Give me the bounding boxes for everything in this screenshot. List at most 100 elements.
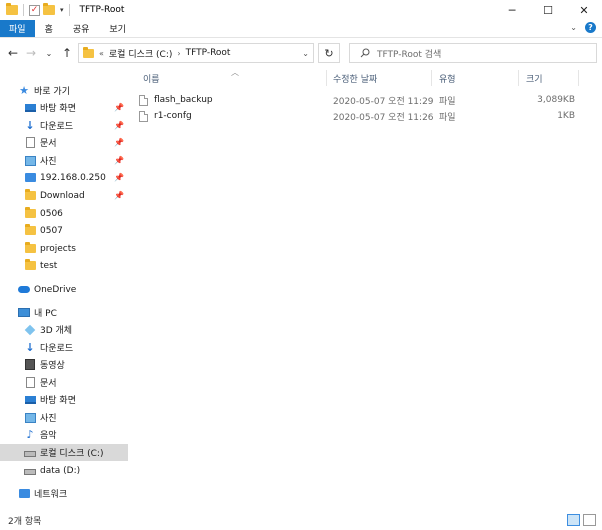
sidebar-item-downloads[interactable]: ↓ 다운로드 📌 <box>0 117 128 134</box>
folder-icon <box>6 3 18 15</box>
pin-icon: 📌 <box>114 138 124 147</box>
sidebar-item-local-disk-c[interactable]: 로컬 디스크 (C:) <box>0 444 128 461</box>
pin-icon: 📌 <box>114 121 124 130</box>
column-divider[interactable] <box>518 70 519 86</box>
column-divider[interactable] <box>431 70 432 86</box>
title-bar: ✓ ▾ TFTP-Root ─ ☐ ✕ <box>0 0 602 20</box>
file-modified: 2020-05-07 오전 11:26 <box>333 112 434 123</box>
file-size: 3,089KB <box>537 95 575 105</box>
sidebar-item-pc-desktop[interactable]: 바탕 화면 <box>0 391 128 408</box>
customize-toolbar-icon[interactable]: ▾ <box>60 6 64 14</box>
sidebar-item-music[interactable]: ♪ 음악 <box>0 426 128 443</box>
sidebar-item-pictures[interactable]: 사진 📌 <box>0 152 128 169</box>
sidebar-item-0507[interactable]: 0507 <box>0 222 128 239</box>
document-icon <box>24 137 36 148</box>
sidebar-quick-access[interactable]: ★ 바로 가기 <box>18 82 146 99</box>
sidebar-item-desktop[interactable]: 바탕 화면 📌 <box>0 99 128 116</box>
forward-button[interactable]: → <box>22 46 40 60</box>
status-bar: 2개 항목 <box>0 510 602 530</box>
details-view-icon[interactable] <box>567 514 580 526</box>
column-header-size[interactable]: 크기 <box>526 69 543 87</box>
tab-file[interactable]: 파일 <box>0 20 35 37</box>
refresh-button[interactable]: ↻ <box>318 43 340 63</box>
up-button[interactable]: ↑ <box>58 46 76 60</box>
column-divider[interactable] <box>326 70 327 86</box>
tab-share[interactable]: 공유 <box>63 20 100 37</box>
sidebar-this-pc[interactable]: 내 PC <box>0 304 128 321</box>
file-name: flash_backup <box>154 95 213 105</box>
file-name: r1-confg <box>154 111 192 121</box>
recent-locations-icon[interactable]: ⌄ <box>40 49 58 58</box>
breadcrumb-local-disk[interactable]: 로컬 디스크 (C:) <box>109 47 172 60</box>
sidebar-onedrive[interactable]: OneDrive <box>0 281 128 298</box>
desktop-icon <box>24 394 36 405</box>
file-type: 파일 <box>439 96 456 107</box>
star-icon: ★ <box>19 84 29 97</box>
column-header-modified[interactable]: 수정한 날짜 <box>333 69 377 87</box>
sidebar-item-3d-objects[interactable]: 3D 개체 <box>0 321 128 338</box>
tab-view[interactable]: 보기 <box>99 20 136 37</box>
folder-icon <box>83 46 94 58</box>
drive-icon <box>24 447 36 458</box>
download-icon: ↓ <box>25 341 35 354</box>
column-header-name[interactable]: 이름 <box>143 69 160 87</box>
help-icon[interactable]: ? <box>585 22 596 33</box>
picture-icon <box>24 412 36 423</box>
address-bar[interactable]: « 로컬 디스크 (C:) › TFTP-Root ⌄ <box>78 43 314 63</box>
file-row[interactable]: flash_backup 2020-05-07 오전 11:29 파일 3,08… <box>139 92 579 108</box>
video-icon <box>24 359 36 370</box>
navigation-bar: ← → ⌄ ↑ « 로컬 디스크 (C:) › TFTP-Root ⌄ ↻ TF… <box>0 39 602 67</box>
cube-icon <box>24 324 36 335</box>
sidebar-item-0506[interactable]: 0506 <box>0 205 128 222</box>
cloud-icon <box>18 284 30 295</box>
drive-icon <box>24 465 36 476</box>
divider <box>68 4 70 16</box>
file-icon <box>139 110 148 122</box>
network-icon <box>18 488 30 499</box>
sidebar-item-pc-downloads[interactable]: ↓ 다운로드 <box>0 339 128 356</box>
file-icon <box>139 94 148 106</box>
folder-icon <box>24 242 36 254</box>
breadcrumb-separator-icon[interactable]: › <box>177 49 180 58</box>
breadcrumb-overflow[interactable]: « <box>99 49 104 58</box>
sidebar-item-test[interactable]: test <box>0 257 128 274</box>
large-icons-view-icon[interactable] <box>583 514 596 526</box>
sidebar-item-pc-documents[interactable]: 문서 <box>0 374 128 391</box>
search-input[interactable]: TFTP-Root 검색 <box>349 43 597 63</box>
back-button[interactable]: ← <box>4 46 22 60</box>
window-controls: ─ ☐ ✕ <box>494 0 602 20</box>
minimize-button[interactable]: ─ <box>494 0 530 20</box>
pin-icon: 📌 <box>114 156 124 165</box>
new-folder-icon[interactable] <box>43 3 55 15</box>
navigation-pane: ★ 바로 가기 바탕 화면 📌 ↓ 다운로드 📌 문서 📌 사진 📌 192.1… <box>0 69 132 509</box>
sidebar-item-network-drive[interactable]: 192.168.0.250 📌 <box>0 169 128 186</box>
sidebar-item-videos[interactable]: 동영상 <box>0 356 128 373</box>
maximize-button[interactable]: ☐ <box>530 0 566 20</box>
sidebar-item-data-d[interactable]: data (D:) <box>0 462 128 479</box>
expand-ribbon-icon[interactable]: ⌄ <box>570 23 577 32</box>
search-icon <box>360 48 370 58</box>
file-size: 1KB <box>557 111 575 121</box>
column-divider[interactable] <box>578 70 579 86</box>
sidebar-item-download-folder[interactable]: Download 📌 <box>0 187 128 204</box>
properties-icon[interactable]: ✓ <box>29 4 40 16</box>
pin-icon: 📌 <box>114 191 124 200</box>
address-dropdown-icon[interactable]: ⌄ <box>302 49 309 58</box>
folder-icon <box>24 259 36 271</box>
view-toggle <box>567 514 596 526</box>
tab-home[interactable]: 홈 <box>35 20 63 37</box>
sidebar-item-projects[interactable]: projects <box>0 240 128 257</box>
breadcrumb-tftp-root[interactable]: TFTP-Root <box>186 48 231 58</box>
column-header-type[interactable]: 유형 <box>439 69 456 87</box>
sidebar-item-pc-pictures[interactable]: 사진 <box>0 409 128 426</box>
sidebar-network[interactable]: 네트워크 <box>0 485 128 502</box>
sort-ascending-icon: ︿ <box>231 68 239 77</box>
sidebar-item-documents[interactable]: 문서 📌 <box>0 134 128 151</box>
computer-icon <box>18 307 30 318</box>
download-icon: ↓ <box>25 119 35 132</box>
file-row[interactable]: r1-confg 2020-05-07 오전 11:26 파일 1KB <box>139 108 579 124</box>
music-icon: ♪ <box>26 428 34 441</box>
divider <box>23 4 24 16</box>
item-count: 2개 항목 <box>8 516 42 527</box>
close-button[interactable]: ✕ <box>566 0 602 20</box>
